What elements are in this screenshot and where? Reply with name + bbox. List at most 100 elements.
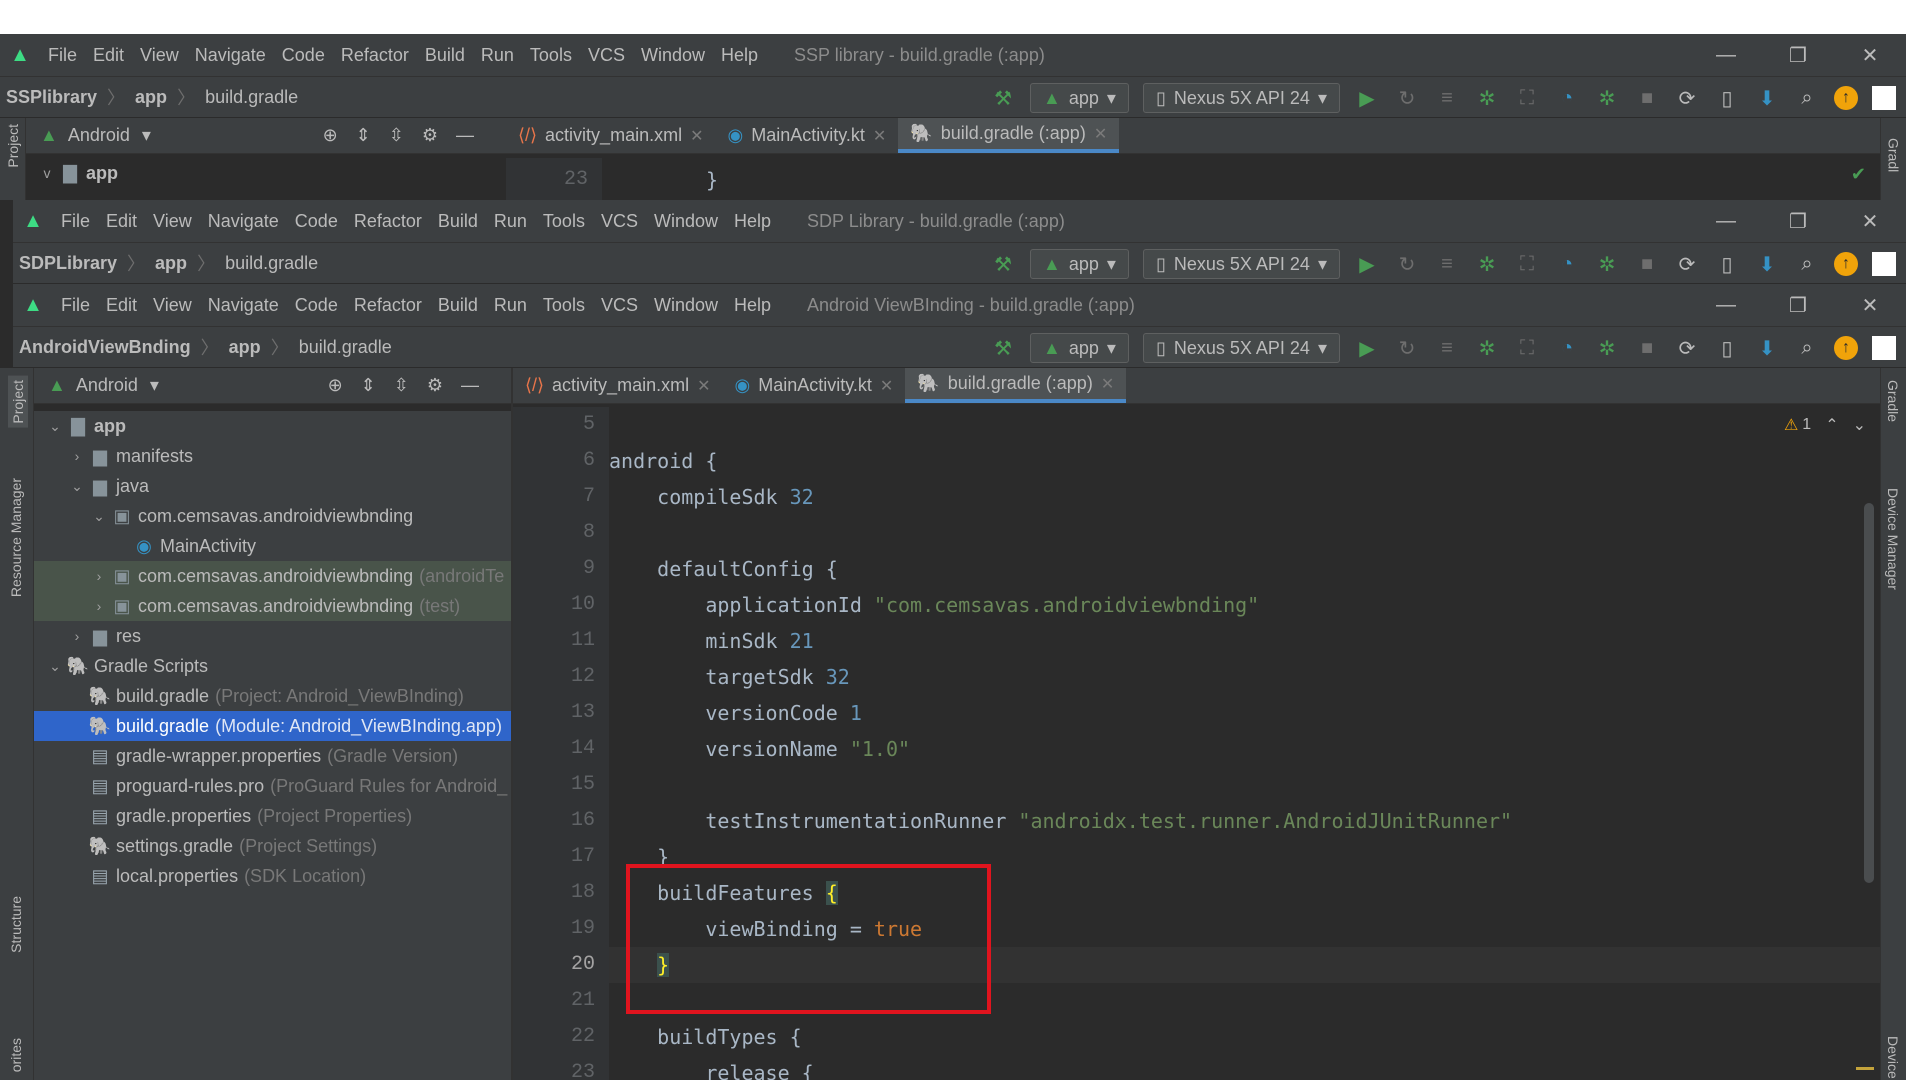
menu-edit[interactable]: Edit bbox=[85, 45, 132, 66]
tree-item[interactable]: › ▣ com.cemsavas.androidviewbnding (test) bbox=[34, 591, 511, 621]
device-manager-tool-button[interactable]: Device Manager bbox=[1885, 488, 1901, 590]
minimize-icon[interactable]: — bbox=[1690, 284, 1762, 326]
run-icon[interactable]: ▶ bbox=[1354, 335, 1380, 361]
chevron-right-icon[interactable]: › bbox=[66, 448, 88, 464]
device-select[interactable]: ▯ Nexus 5X API 24 ▾ bbox=[1142, 83, 1340, 113]
menu-tools[interactable]: Tools bbox=[535, 295, 593, 316]
code-line[interactable]: applicationId "com.cemsavas.androidviewb… bbox=[609, 587, 1880, 623]
logcat-icon[interactable]: ≡ bbox=[1434, 251, 1460, 277]
code-line[interactable] bbox=[609, 515, 1880, 551]
menu-help[interactable]: Help bbox=[726, 295, 779, 316]
code-line[interactable]: minSdk 21 bbox=[609, 623, 1880, 659]
rerun-icon[interactable]: ↻ bbox=[1394, 335, 1420, 361]
avd-manager-icon[interactable]: ▯ bbox=[1714, 251, 1740, 277]
profile-icon[interactable]: ◔ bbox=[1554, 251, 1580, 277]
restore-icon[interactable]: ❐ bbox=[1762, 284, 1834, 326]
menu-refactor[interactable]: Refactor bbox=[346, 295, 430, 316]
tree-item[interactable]: › ▆ res bbox=[34, 621, 511, 651]
menu-code[interactable]: Code bbox=[274, 45, 333, 66]
menu-refactor[interactable]: Refactor bbox=[333, 45, 417, 66]
attach-debugger-icon[interactable]: ✲ bbox=[1594, 251, 1620, 277]
menu-window[interactable]: Window bbox=[646, 295, 726, 316]
device-tool-button[interactable]: Device bbox=[1885, 1036, 1901, 1079]
breadcrumb-module[interactable]: app bbox=[155, 253, 187, 274]
code-line[interactable]: compileSdk 32 bbox=[609, 479, 1880, 515]
warning-stripe[interactable] bbox=[1856, 1067, 1874, 1070]
locate-icon[interactable]: ⊕ bbox=[323, 125, 356, 145]
menu-tools[interactable]: Tools bbox=[535, 211, 593, 232]
hide-icon[interactable]: — bbox=[461, 375, 497, 395]
expand-all-icon[interactable]: ⇕ bbox=[361, 375, 394, 395]
code-line[interactable]: versionCode 1 bbox=[609, 695, 1880, 731]
menu-window[interactable]: Window bbox=[633, 45, 713, 66]
device-select[interactable]: ▯ Nexus 5X API 24 ▾ bbox=[1142, 249, 1340, 279]
menu-vcs[interactable]: VCS bbox=[580, 45, 633, 66]
tree-item[interactable]: 🐘 settings.gradle (Project Settings) bbox=[34, 831, 511, 861]
menu-build[interactable]: Build bbox=[430, 295, 486, 316]
menu-view[interactable]: View bbox=[132, 45, 187, 66]
breadcrumb-module[interactable]: app bbox=[135, 87, 167, 108]
code-line[interactable]: defaultConfig { bbox=[609, 551, 1880, 587]
sync-icon[interactable]: ⟳ bbox=[1674, 251, 1700, 277]
menu-edit[interactable]: Edit bbox=[98, 295, 145, 316]
attach-icon[interactable]: ⛶ bbox=[1514, 335, 1540, 361]
tree-item[interactable]: › ▆ manifests bbox=[34, 441, 511, 471]
tree-item-app[interactable]: v ▇ app bbox=[26, 158, 506, 188]
logcat-icon[interactable]: ≡ bbox=[1434, 85, 1460, 111]
hammer-icon[interactable]: ⚒ bbox=[990, 85, 1016, 111]
hammer-icon[interactable]: ⚒ bbox=[990, 335, 1016, 361]
run-config-select[interactable]: ▲ app ▾ bbox=[1030, 249, 1129, 279]
menu-edit[interactable]: Edit bbox=[98, 211, 145, 232]
sync-icon[interactable]: ⟳ bbox=[1674, 335, 1700, 361]
hide-icon[interactable]: — bbox=[456, 125, 492, 145]
run-icon[interactable]: ▶ bbox=[1354, 85, 1380, 111]
search-icon[interactable]: ⌕ bbox=[1794, 251, 1820, 277]
code-line[interactable] bbox=[609, 407, 1880, 443]
rerun-icon[interactable]: ↻ bbox=[1394, 251, 1420, 277]
breadcrumb-file[interactable]: build.gradle bbox=[299, 337, 392, 358]
stop-icon[interactable]: ■ bbox=[1634, 251, 1660, 277]
next-highlight-icon[interactable]: ⌄ bbox=[1853, 415, 1866, 435]
tree-item[interactable]: ⌄ ▆ java bbox=[34, 471, 511, 501]
breadcrumb-file[interactable]: build.gradle bbox=[205, 87, 298, 108]
collapse-all-icon[interactable]: ⇳ bbox=[389, 125, 422, 145]
code-line[interactable]: testInstrumentationRunner "androidx.test… bbox=[609, 803, 1880, 839]
attach-debugger-icon[interactable]: ✲ bbox=[1594, 85, 1620, 111]
minimize-icon[interactable]: — bbox=[1690, 200, 1762, 242]
chevron-down-icon[interactable]: ⌄ bbox=[66, 478, 88, 495]
tree-item[interactable]: ▤ gradle.properties (Project Properties) bbox=[34, 801, 511, 831]
rerun-icon[interactable]: ↻ bbox=[1394, 85, 1420, 111]
view-select[interactable]: Android bbox=[68, 125, 130, 146]
structure-tool-button[interactable]: Structure bbox=[8, 896, 24, 953]
search-icon[interactable]: ⌕ bbox=[1794, 85, 1820, 111]
chevron-down-icon[interactable]: ⌄ bbox=[44, 658, 66, 675]
update-icon[interactable]: ↑ bbox=[1834, 86, 1858, 110]
update-icon[interactable]: ↑ bbox=[1834, 252, 1858, 276]
menu-navigate[interactable]: Navigate bbox=[200, 295, 287, 316]
debug-icon[interactable]: ✲ bbox=[1474, 335, 1500, 361]
tree-item[interactable]: ▤ local.properties (SDK Location) bbox=[34, 861, 511, 891]
device-select[interactable]: ▯ Nexus 5X API 24 ▾ bbox=[1142, 333, 1340, 363]
gear-icon[interactable]: ⚙ bbox=[427, 375, 461, 395]
user-icon[interactable] bbox=[1872, 86, 1896, 110]
menu-run[interactable]: Run bbox=[473, 45, 522, 66]
run-config-select[interactable]: ▲ app ▾ bbox=[1030, 83, 1129, 113]
warning-icon[interactable]: ⚠ bbox=[1784, 415, 1798, 435]
stop-icon[interactable]: ■ bbox=[1634, 335, 1660, 361]
view-select[interactable]: Android bbox=[76, 375, 138, 396]
expand-all-icon[interactable]: ⇕ bbox=[356, 125, 389, 145]
attach-debugger-icon[interactable]: ✲ bbox=[1594, 335, 1620, 361]
debug-icon[interactable]: ✲ bbox=[1474, 85, 1500, 111]
menu-file[interactable]: File bbox=[40, 45, 85, 66]
menu-view[interactable]: View bbox=[145, 295, 200, 316]
menu-code[interactable]: Code bbox=[287, 211, 346, 232]
tree-item[interactable]: 🐘 build.gradle (Project: Android_ViewBIndi… bbox=[34, 681, 511, 711]
debug-icon[interactable]: ✲ bbox=[1474, 251, 1500, 277]
menu-vcs[interactable]: VCS bbox=[593, 211, 646, 232]
locate-icon[interactable]: ⊕ bbox=[328, 375, 361, 395]
close-icon[interactable]: ✕ bbox=[1834, 200, 1906, 242]
breadcrumb-module[interactable]: app bbox=[229, 337, 261, 358]
previous-highlight-icon[interactable]: ⌃ bbox=[1825, 415, 1838, 435]
tab-activity-main[interactable]: ⟨/⟩ activity_main.xml ✕ bbox=[506, 118, 715, 153]
code-line[interactable]: versionName "1.0" bbox=[609, 731, 1880, 767]
